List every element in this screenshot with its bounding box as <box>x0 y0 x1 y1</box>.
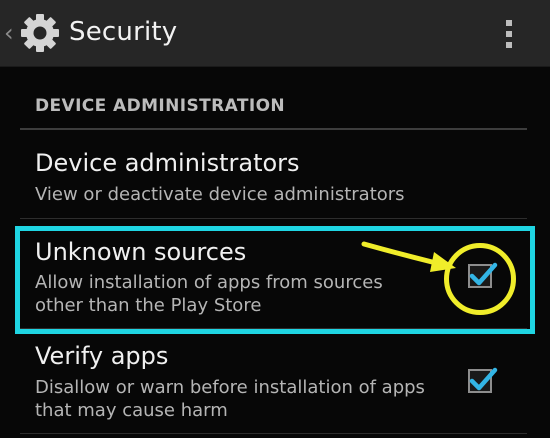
checkmark-icon <box>469 367 498 391</box>
setting-title: Device administrators <box>35 149 300 177</box>
annotation-arrow-icon <box>361 241 456 272</box>
verify-apps-checkbox[interactable] <box>468 367 498 393</box>
setting-summary: View or deactivate device administrators <box>35 184 405 205</box>
section-divider <box>20 128 527 130</box>
setting-summary-line-2: that may cause harm <box>35 400 228 421</box>
up-caret-icon[interactable]: ‹ <box>4 19 18 47</box>
setting-title: Verify apps <box>35 342 169 370</box>
overflow-menu-icon[interactable] <box>494 14 524 52</box>
gear-icon[interactable] <box>19 12 61 54</box>
setting-summary-line-1: Disallow or warn before installation of … <box>35 377 425 398</box>
list-divider <box>20 433 527 434</box>
page-title: Security <box>69 17 178 47</box>
list-divider <box>20 218 527 219</box>
section-header: DEVICE ADMINISTRATION <box>35 96 286 116</box>
action-bar: ‹ Security <box>0 0 550 67</box>
